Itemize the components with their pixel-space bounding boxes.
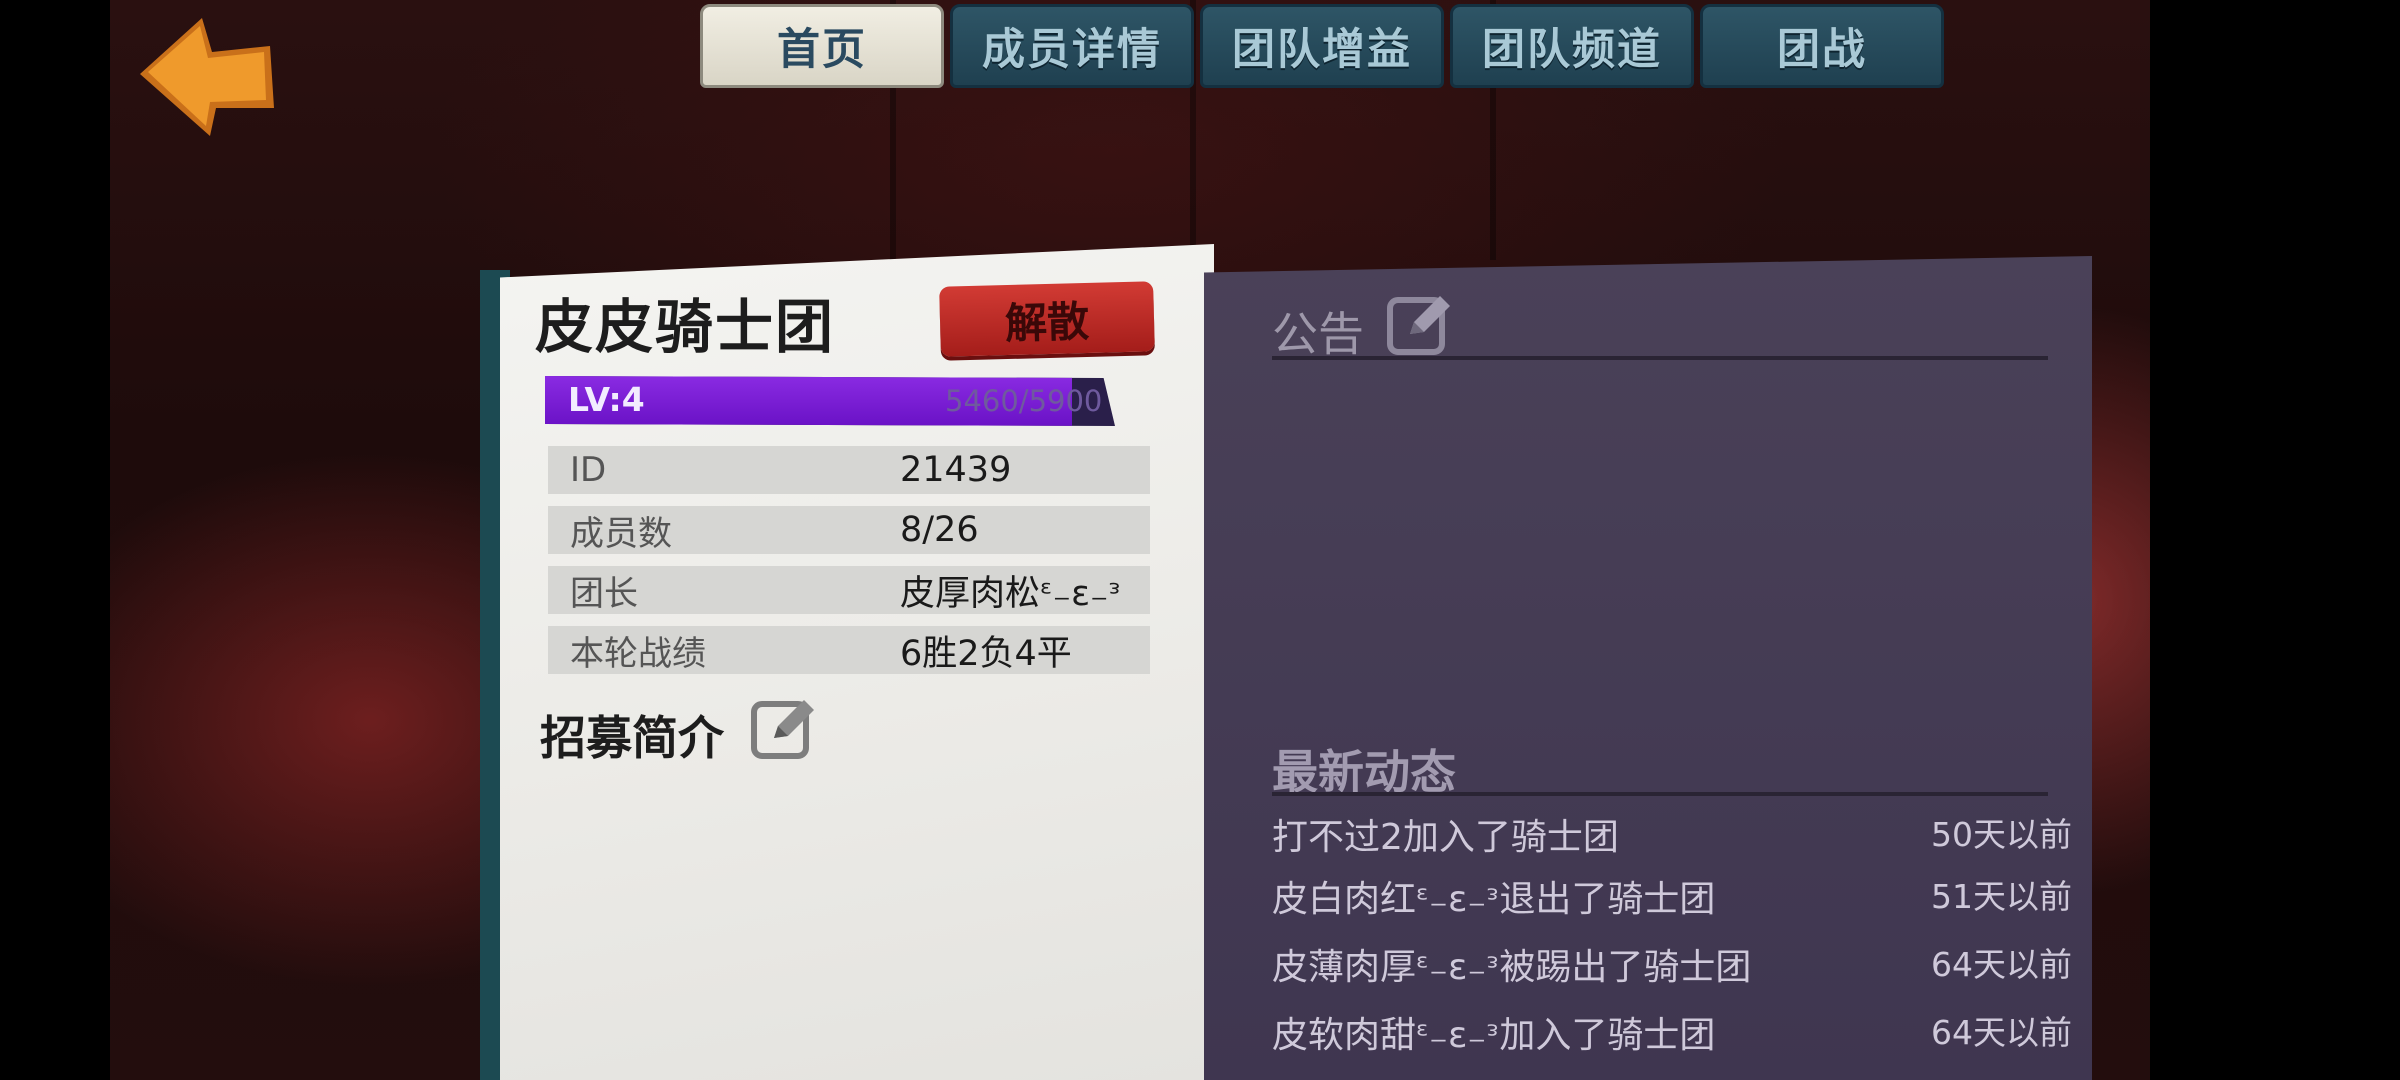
tab-team-buffs[interactable]: 团队增益: [1200, 4, 1444, 88]
tab-home[interactable]: 首页: [700, 4, 944, 88]
info-value: 8/26: [900, 510, 979, 550]
info-value: 6胜2负4平: [900, 633, 1072, 674]
level-label: LV:4: [568, 380, 645, 419]
edit-icon[interactable]: [748, 692, 820, 764]
news-text: 打不过2加入了骑士团: [1272, 817, 1619, 858]
info-label: 成员数: [570, 513, 672, 554]
tab-team-channel[interactable]: 团队频道: [1450, 4, 1694, 88]
news-text: 皮薄肉厚ᵋ₋ε₋ᵌ被踢出了骑士团: [1272, 947, 1752, 988]
info-row-record: 本轮战绩 6胜2负4平: [548, 626, 1150, 674]
news-item: 皮白肉红ᵋ₋ε₋ᵌ退出了骑士团 51天以前: [1272, 870, 2072, 920]
info-row-id: ID 21439: [548, 446, 1150, 494]
exp-progress-text: 5460/5900: [945, 384, 1103, 418]
news-item: 皮软肉甜ᵋ₋ε₋ᵌ加入了骑士团 64天以前: [1272, 1006, 2072, 1056]
news-divider: [1272, 792, 2048, 796]
recruit-intro-title: 招募简介: [540, 711, 724, 765]
news-time: 51天以前: [1931, 877, 2072, 916]
disband-button[interactable]: 解散: [939, 281, 1155, 357]
tab-bar: 首页 成员详情 团队增益 团队频道 团战: [700, 4, 1944, 90]
news-text: 皮软肉甜ᵋ₋ε₋ᵌ加入了骑士团: [1272, 1015, 1716, 1056]
info-row-leader: 团长 皮厚肉松ᵋ₋ε₋ᵌ: [548, 566, 1150, 614]
news-time: 50天以前: [1931, 815, 2072, 854]
info-label: 本轮战绩: [570, 633, 706, 674]
info-label: ID: [570, 450, 607, 490]
guild-name: 皮皮骑士团: [535, 293, 836, 361]
info-row-member-count: 成员数 8/26: [548, 506, 1150, 554]
news-text: 皮白肉红ᵋ₋ε₋ᵌ退出了骑士团: [1272, 879, 1716, 920]
info-value: 21439: [900, 450, 1012, 490]
notice-title: 公告: [1272, 307, 1364, 361]
back-arrow-icon[interactable]: [132, 12, 282, 142]
info-value: 皮厚肉松ᵋ₋ε₋ᵌ: [900, 573, 1122, 614]
news-item: 皮薄肉厚ᵋ₋ε₋ᵌ被踢出了骑士团 64天以前: [1272, 938, 2072, 988]
tab-member-details[interactable]: 成员详情: [950, 4, 1194, 88]
edit-icon[interactable]: [1384, 288, 1456, 360]
info-label: 团长: [570, 573, 638, 614]
notice-divider: [1272, 356, 2048, 360]
tab-team-battle[interactable]: 团战: [1700, 4, 1944, 88]
news-time: 64天以前: [1931, 945, 2072, 984]
news-item: 打不过2加入了骑士团 50天以前: [1272, 808, 2072, 858]
news-time: 64天以前: [1931, 1013, 2072, 1052]
